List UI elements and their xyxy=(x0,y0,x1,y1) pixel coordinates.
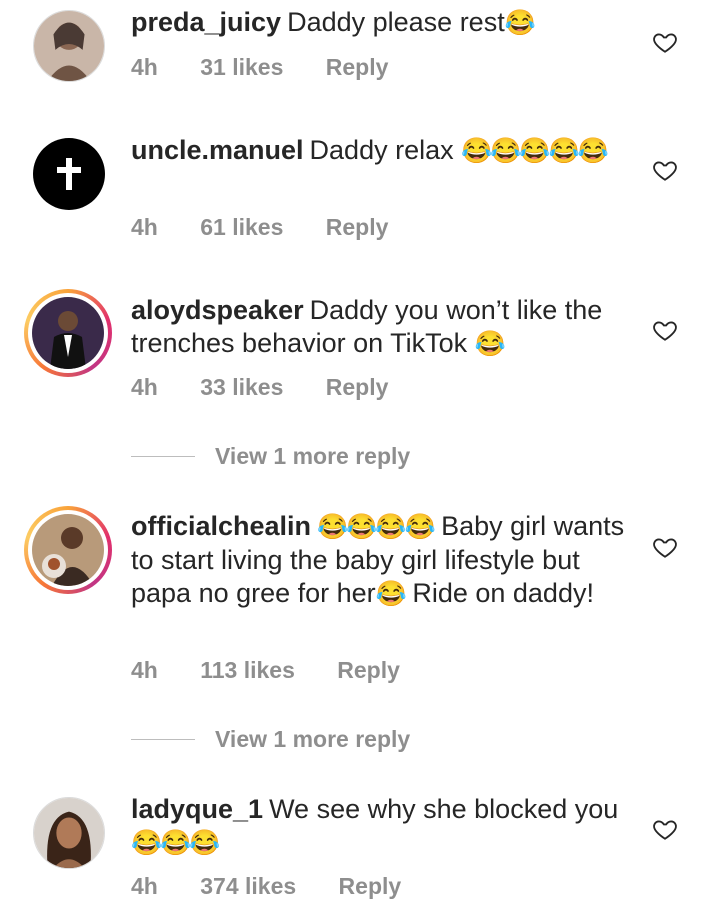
username[interactable]: officialchealin xyxy=(131,511,311,541)
comment-meta: 4h 61 likes Reply xyxy=(131,214,424,241)
comment-body-tail: Ride on daddy! xyxy=(404,578,594,608)
divider-line xyxy=(131,455,195,457)
comment-text: ladyque_1 We see why she blocked you 😂😂😂 xyxy=(131,793,631,860)
timestamp: 4h xyxy=(131,374,158,400)
comment-meta: 4h 33 likes Reply xyxy=(131,374,424,401)
view-more-label[interactable]: View 1 more reply xyxy=(215,726,410,753)
comment-body: We see why she blocked you xyxy=(269,794,619,824)
view-more-label[interactable]: View 1 more reply xyxy=(215,443,410,470)
avatar[interactable] xyxy=(24,289,112,377)
avatar[interactable] xyxy=(24,506,112,594)
cross-icon xyxy=(57,158,81,190)
username[interactable]: ladyque_1 xyxy=(131,794,263,824)
avatar[interactable] xyxy=(33,10,105,82)
avatar-image xyxy=(32,297,104,369)
timestamp: 4h xyxy=(131,54,158,80)
heart-outline-icon[interactable] xyxy=(652,534,678,560)
divider-line xyxy=(131,738,195,740)
avatar-image xyxy=(32,514,104,586)
comment-text: uncle.manuel Daddy relax 😂😂😂😂😂 xyxy=(131,134,631,168)
like-count[interactable]: 31 likes xyxy=(200,54,283,80)
emoji: 😂😂😂😂😂 xyxy=(461,137,609,165)
avatar-image xyxy=(34,798,104,868)
comment-text: preda_juicy Daddy please rest😂 xyxy=(131,6,631,40)
heart-outline-icon[interactable] xyxy=(652,157,678,183)
view-more-replies[interactable]: View 1 more reply xyxy=(131,724,410,754)
like-count[interactable]: 113 likes xyxy=(200,657,295,683)
reply-button[interactable]: Reply xyxy=(326,374,389,400)
avatar-image xyxy=(34,11,104,81)
heart-outline-icon[interactable] xyxy=(652,317,678,343)
reply-button[interactable]: Reply xyxy=(326,54,389,80)
emoji: 😂😂😂 xyxy=(131,829,220,857)
heart-outline-icon[interactable] xyxy=(652,816,678,842)
avatar[interactable] xyxy=(33,138,105,210)
username[interactable]: uncle.manuel xyxy=(131,135,304,165)
emoji: 😂 xyxy=(474,330,506,358)
like-count[interactable]: 374 likes xyxy=(200,873,296,899)
comment-meta: 4h 31 likes Reply xyxy=(131,54,424,81)
timestamp: 4h xyxy=(131,214,158,240)
reply-button[interactable]: Reply xyxy=(339,873,402,899)
comment-text: officialchealin 😂😂😂😂 Baby girl wants to s… xyxy=(131,510,631,611)
reply-button[interactable]: Reply xyxy=(337,657,400,683)
comment-meta: 4h 374 likes Reply xyxy=(131,873,437,900)
username[interactable]: preda_juicy xyxy=(131,7,281,37)
emoji: 😂 xyxy=(504,9,536,37)
timestamp: 4h xyxy=(131,873,158,899)
username[interactable]: aloydspeaker xyxy=(131,295,304,325)
comment-meta: 4h 113 likes Reply xyxy=(131,657,436,684)
view-more-replies[interactable]: View 1 more reply xyxy=(131,441,410,471)
heart-outline-icon[interactable] xyxy=(652,29,678,55)
avatar[interactable] xyxy=(33,797,105,869)
reply-button[interactable]: Reply xyxy=(326,214,389,240)
comment-text: aloydspeaker Daddy you won’t like the tre… xyxy=(131,294,631,361)
timestamp: 4h xyxy=(131,657,158,683)
comment-body: Daddy please rest xyxy=(287,7,505,37)
emoji: 😂 xyxy=(375,580,407,608)
emoji: 😂😂😂😂 xyxy=(317,513,436,541)
comment-body: Daddy relax xyxy=(309,135,462,165)
like-count[interactable]: 33 likes xyxy=(200,374,283,400)
like-count[interactable]: 61 likes xyxy=(200,214,283,240)
